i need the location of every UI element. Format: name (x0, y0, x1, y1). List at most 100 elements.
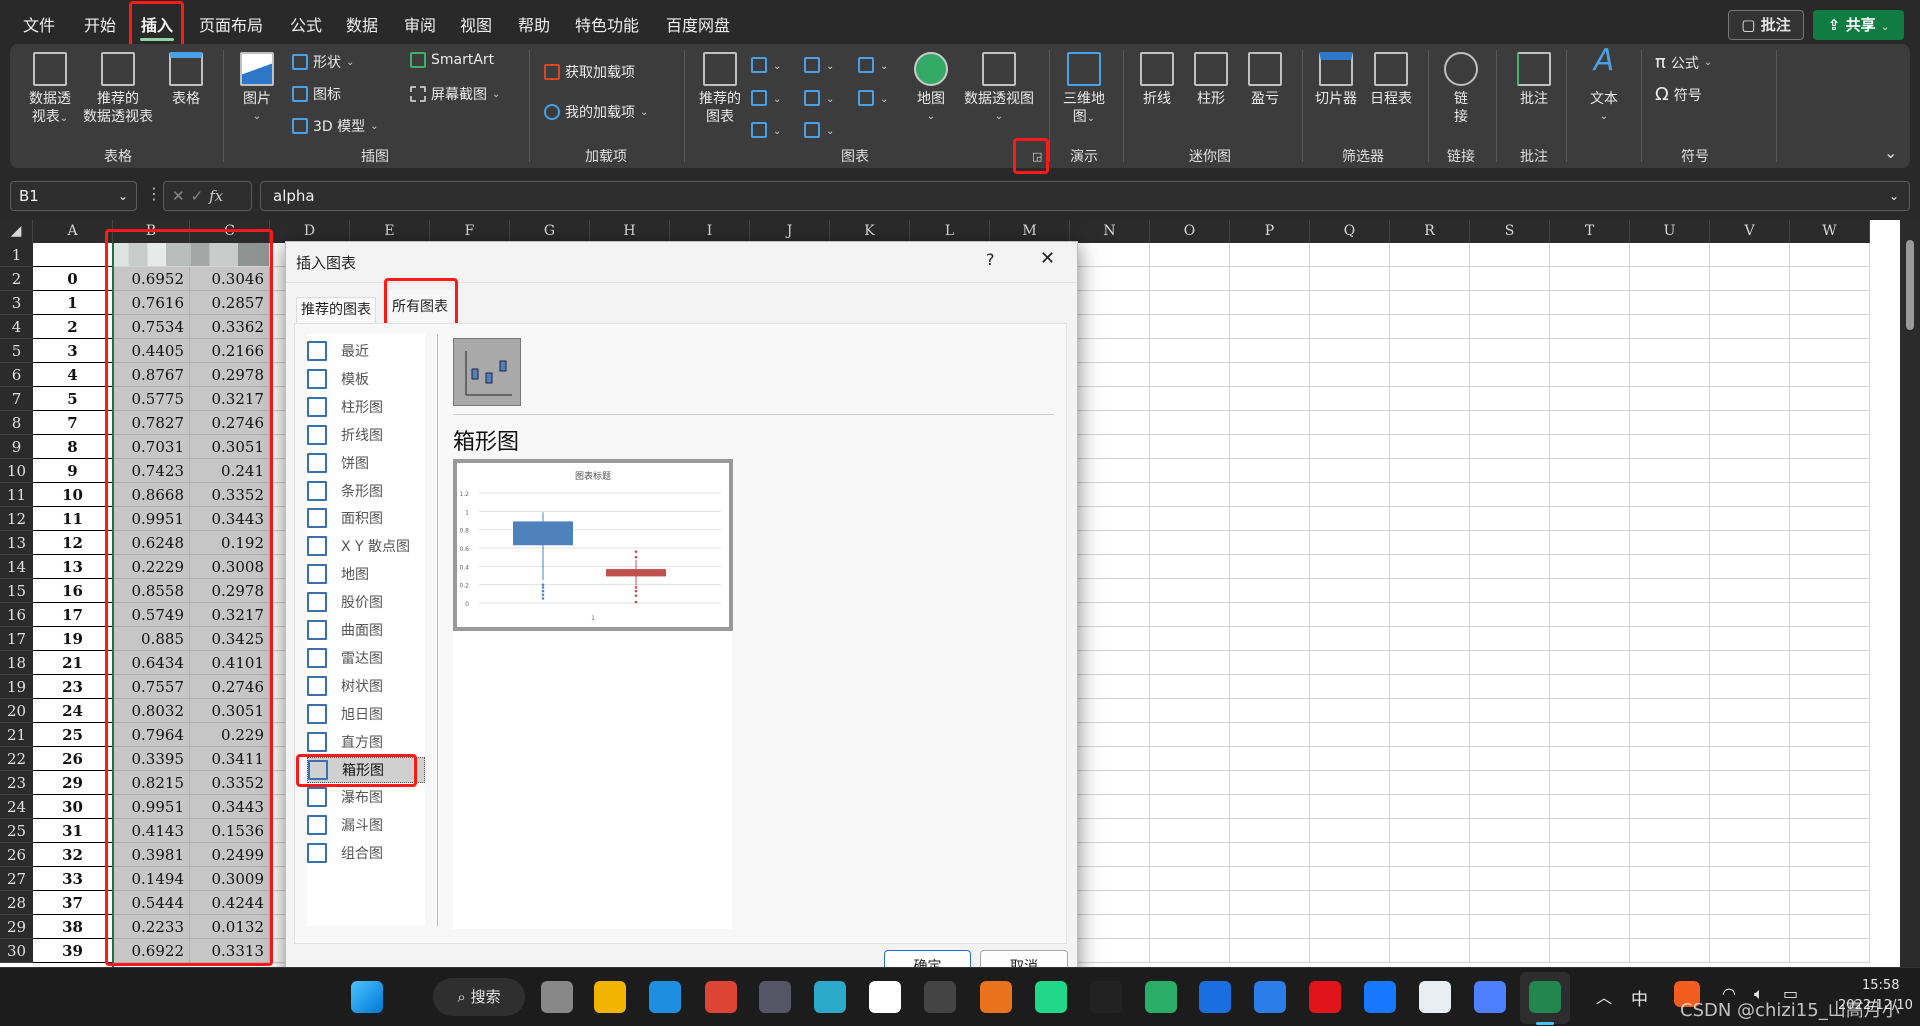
file-explorer-icon[interactable] (594, 981, 626, 1013)
cell[interactable] (1390, 867, 1470, 891)
cell[interactable] (1390, 627, 1470, 651)
cell[interactable] (1470, 339, 1550, 363)
cell[interactable] (1390, 771, 1470, 795)
cell[interactable]: 0.2746 (190, 411, 270, 435)
cell[interactable]: 11 (33, 507, 113, 531)
cell[interactable] (1150, 651, 1230, 675)
cell[interactable]: 0.5775 (113, 387, 190, 411)
chart-type-item[interactable]: 瀑布图 (307, 784, 425, 810)
cell[interactable] (1550, 507, 1630, 531)
cell[interactable] (1630, 795, 1710, 819)
cell[interactable] (1230, 795, 1310, 819)
cell[interactable] (1630, 411, 1710, 435)
cell[interactable] (1790, 723, 1870, 747)
cell[interactable] (1390, 363, 1470, 387)
cell[interactable] (1710, 339, 1790, 363)
cell[interactable] (1550, 915, 1630, 939)
cell[interactable]: 0.3443 (190, 795, 270, 819)
cell[interactable] (1470, 243, 1550, 267)
cell[interactable]: 0.9951 (113, 507, 190, 531)
cell[interactable] (1470, 771, 1550, 795)
cell[interactable] (1310, 843, 1390, 867)
cell[interactable]: 0.885 (113, 627, 190, 651)
app-icon[interactable] (814, 981, 846, 1013)
row-header[interactable]: 1 (0, 243, 33, 267)
cell[interactable]: 0.7964 (113, 723, 190, 747)
cell[interactable] (1150, 843, 1230, 867)
column-header[interactable]: W (1790, 220, 1870, 243)
cell[interactable] (1790, 291, 1870, 315)
cell[interactable] (1150, 699, 1230, 723)
cell[interactable] (1230, 435, 1310, 459)
new-comment-button[interactable]: 批注 (1502, 52, 1566, 108)
cell[interactable] (1470, 891, 1550, 915)
cell[interactable] (1310, 387, 1390, 411)
cell[interactable] (1470, 627, 1550, 651)
vertical-scrollbar[interactable] (1900, 220, 1920, 967)
cell[interactable] (1390, 795, 1470, 819)
cell[interactable] (1790, 819, 1870, 843)
cell[interactable] (1550, 819, 1630, 843)
cell[interactable]: 0.3051 (190, 435, 270, 459)
cell[interactable] (1630, 651, 1710, 675)
column-header[interactable]: L (910, 220, 990, 243)
chart-type-item[interactable]: 股价图 (307, 589, 425, 615)
cell[interactable]: 32 (33, 843, 113, 867)
cell[interactable]: 3 (33, 339, 113, 363)
cell[interactable] (1550, 603, 1630, 627)
close-button[interactable]: ✕ (1040, 248, 1055, 269)
terminal-icon[interactable] (924, 981, 956, 1013)
cell[interactable]: 0.2746 (190, 675, 270, 699)
cell[interactable] (1150, 603, 1230, 627)
cell[interactable] (1150, 867, 1230, 891)
chart-type-item[interactable]: 雷达图 (307, 645, 425, 671)
cell[interactable] (1710, 915, 1790, 939)
cell[interactable] (1390, 291, 1470, 315)
chart-type-item[interactable]: 箱形图 (307, 756, 425, 783)
recommended-pivot-button[interactable]: 推荐的 数据透视表 (76, 52, 160, 126)
cell[interactable] (1550, 291, 1630, 315)
cell[interactable]: 0.8668 (113, 483, 190, 507)
row-header[interactable]: 6 (0, 363, 33, 387)
cell[interactable]: 0.4101 (190, 651, 270, 675)
cell[interactable]: 10 (33, 483, 113, 507)
cell[interactable] (1390, 579, 1470, 603)
name-box[interactable]: B1 ⌄ (10, 181, 137, 211)
cell[interactable] (1550, 747, 1630, 771)
cell[interactable] (1230, 579, 1310, 603)
chart-hierarchy-button[interactable]: ⌄ (804, 54, 848, 74)
cell[interactable] (1070, 603, 1150, 627)
cell[interactable]: 0.6248 (113, 531, 190, 555)
cancel-icon[interactable]: ✕ (172, 187, 191, 205)
menu-tab[interactable]: 视图 (460, 12, 492, 36)
cell[interactable] (1790, 243, 1870, 267)
cell[interactable] (1310, 747, 1390, 771)
cell[interactable] (1470, 843, 1550, 867)
cell[interactable] (1390, 243, 1470, 267)
cell[interactable] (1230, 723, 1310, 747)
cell[interactable] (1230, 507, 1310, 531)
cell[interactable] (1310, 795, 1390, 819)
cell[interactable]: 0.1536 (190, 819, 270, 843)
row-header[interactable]: 8 (0, 411, 33, 435)
cell[interactable]: 37 (33, 891, 113, 915)
cell[interactable] (1630, 555, 1710, 579)
cell[interactable]: 21 (33, 651, 113, 675)
cell[interactable]: 29 (33, 771, 113, 795)
cell[interactable] (1630, 819, 1710, 843)
cell[interactable] (1070, 459, 1150, 483)
text-button[interactable]: A 文本 ⌄ (1572, 46, 1636, 126)
cell[interactable] (1790, 435, 1870, 459)
cell[interactable] (1550, 843, 1630, 867)
cell[interactable]: 0 (33, 267, 113, 291)
row-header[interactable]: 26 (0, 843, 33, 867)
cell[interactable] (1790, 555, 1870, 579)
cell[interactable] (1070, 891, 1150, 915)
cell[interactable] (1550, 435, 1630, 459)
cell[interactable] (1710, 387, 1790, 411)
chart-column-button[interactable]: ⌄ (751, 54, 795, 74)
cell[interactable]: 0.4244 (190, 891, 270, 915)
cell[interactable]: 5 (33, 387, 113, 411)
cell[interactable]: 0.7557 (113, 675, 190, 699)
cell[interactable]: 0.8767 (113, 363, 190, 387)
